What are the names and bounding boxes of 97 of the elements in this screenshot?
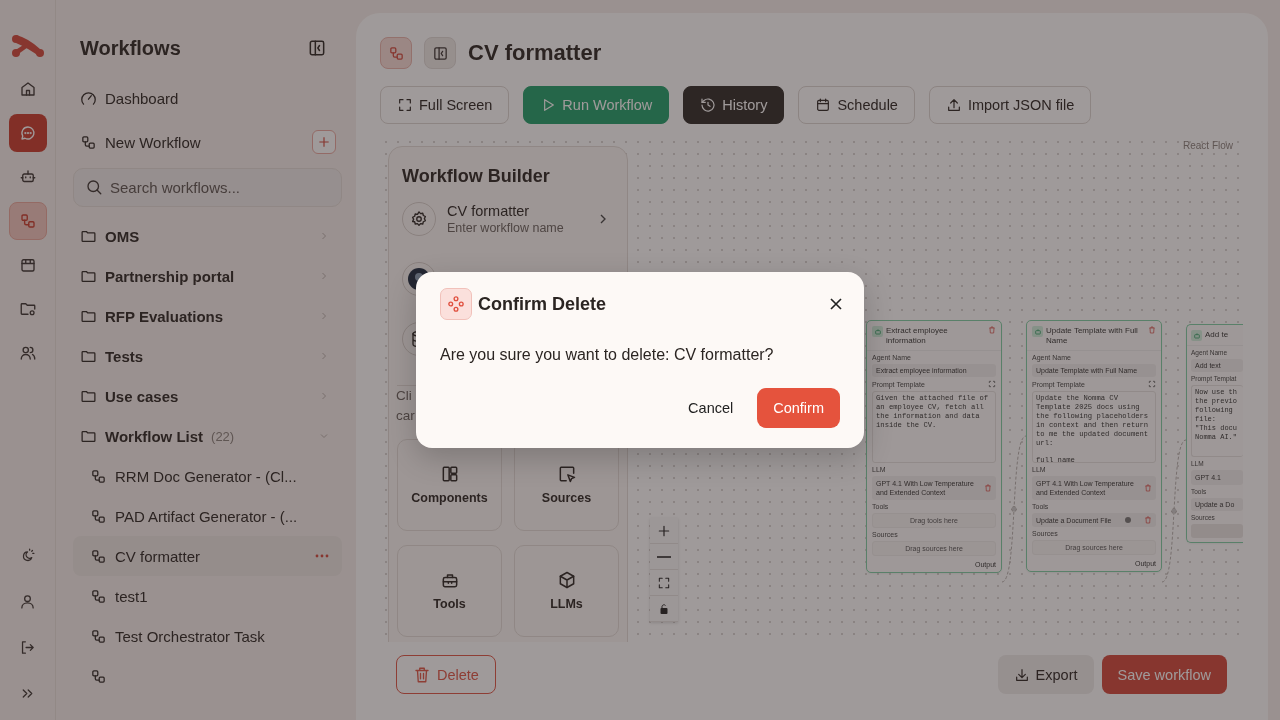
folder-item[interactable]: OMS (73, 216, 342, 256)
logout-icon (19, 638, 36, 656)
history-icon (700, 97, 717, 113)
fullscreen-icon (657, 575, 671, 590)
toolbar-button[interactable]: Full Screen (380, 86, 510, 124)
search-field[interactable]: Search workflows... (73, 168, 342, 207)
confirm-button[interactable]: Confirm (757, 388, 840, 428)
status-dot (1124, 517, 1131, 523)
count-label: (22) (211, 428, 235, 444)
toolbar-button[interactable]: Import JSON file (928, 86, 1092, 124)
item-title: CV formatter (447, 203, 531, 219)
node-title: Update Template with Full Name (1046, 326, 1139, 346)
zoom-out-button[interactable] (650, 544, 678, 570)
plus-icon (317, 135, 331, 149)
logo-icon[interactable] (10, 34, 45, 58)
nav-rail-button[interactable] (8, 202, 47, 240)
palette-tile[interactable]: Components (397, 439, 502, 531)
delete-icon[interactable] (988, 326, 996, 334)
attribution-link[interactable]: React Flow (1183, 140, 1233, 151)
fullscreen-icon (397, 97, 413, 113)
nav-rail-button[interactable] (8, 114, 47, 152)
save-button[interactable]: Save workflow (1101, 655, 1227, 694)
more-icon[interactable] (314, 553, 330, 559)
download-icon (1013, 666, 1030, 683)
workflow-item[interactable]: RRM Doc Generator - (Cl... (73, 456, 342, 496)
node-title: Add te (1205, 330, 1229, 340)
zoom-in-button[interactable] (650, 518, 678, 544)
workflow-button[interactable] (380, 37, 412, 69)
chat-icon (18, 124, 37, 142)
trash-icon (413, 665, 431, 684)
workflow-icon (90, 667, 107, 685)
workflow-icon (387, 44, 405, 62)
toolbar-button[interactable]: Run Workflow (523, 86, 670, 124)
bot-icon (1191, 330, 1202, 341)
node-title: Extract employee information (886, 326, 949, 346)
workflow-icon (90, 467, 107, 485)
folder-item[interactable]: Partnership portal (73, 256, 342, 296)
box-icon (18, 256, 37, 274)
agent-node[interactable] (866, 320, 1002, 573)
sidebar-icon (431, 44, 449, 62)
item-subtitle: Enter workflow name (447, 221, 565, 235)
lock-icon (658, 602, 670, 615)
add-button[interactable] (312, 130, 336, 154)
folder-item[interactable]: Workflow List (22) (73, 416, 342, 456)
search-icon (85, 178, 103, 196)
cancel-button[interactable]: Cancel (674, 388, 748, 428)
workflow-item[interactable]: CV formatter (73, 536, 342, 576)
bot-icon (1032, 326, 1043, 337)
collapse-sidebar-icon[interactable] (307, 38, 327, 58)
users-icon (18, 344, 37, 362)
workflow-title: CV formatter (468, 40, 602, 66)
delete-icon[interactable] (984, 484, 992, 492)
workflow-icon (90, 507, 107, 525)
gear-icon (410, 210, 428, 228)
folder-item[interactable]: Tests (73, 336, 342, 376)
workflow-item[interactable]: test1 (73, 576, 342, 616)
hint-text: car (396, 407, 415, 425)
dashboard-link[interactable]: Dashboard (73, 80, 342, 116)
new-workflow-link[interactable]: New Workflow (80, 133, 201, 151)
home-icon (18, 80, 37, 98)
user-icon (19, 592, 36, 610)
delete-icon[interactable] (1144, 484, 1152, 492)
toolbar-button[interactable]: Schedule (798, 86, 915, 124)
hint-text: Cli (396, 387, 412, 405)
dialog-title: Confirm Delete (478, 293, 607, 315)
delete-icon[interactable] (1144, 516, 1152, 524)
workflow-icon (18, 212, 37, 230)
workflow-item[interactable]: Test Orchestrator Task (73, 616, 342, 656)
gauge-icon (80, 89, 97, 107)
workflow-icon (90, 587, 107, 605)
toolbar-button[interactable]: History (683, 86, 785, 124)
folder-gear-icon (18, 300, 37, 318)
bot-icon (872, 326, 883, 337)
workflow-icon (90, 627, 107, 645)
minus-icon (657, 555, 671, 558)
upload-icon (945, 97, 962, 113)
lock-button[interactable] (650, 596, 678, 622)
workflow-icon (80, 133, 97, 151)
fit-view-button[interactable] (650, 570, 678, 596)
sidebar-title: Workflows (80, 36, 181, 60)
folder-item[interactable]: RFP Evaluations (73, 296, 342, 336)
delete-button[interactable]: Delete (396, 655, 496, 694)
expand-icon[interactable] (1148, 380, 1156, 388)
export-button[interactable]: Export (997, 655, 1094, 694)
panel-title: Workflow Builder (402, 165, 551, 187)
calendar-icon (815, 97, 832, 113)
palette-tile[interactable]: Tools (397, 545, 502, 637)
workflow-item[interactable]: PAD Artifact Generator - (... (73, 496, 342, 536)
delete-icon[interactable] (1148, 326, 1156, 334)
dialog-message: Are you sure you want to delete: CV formatter? (440, 346, 775, 364)
expand-icon[interactable] (988, 380, 996, 388)
workflow-icon (90, 547, 107, 565)
palette-tile[interactable]: LLMs (514, 545, 619, 637)
folder-item[interactable]: Use cases (73, 376, 342, 416)
agent-node[interactable] (1026, 320, 1162, 572)
panel-toggle-button[interactable] (424, 37, 456, 69)
workflow-nodes-icon (440, 288, 472, 320)
